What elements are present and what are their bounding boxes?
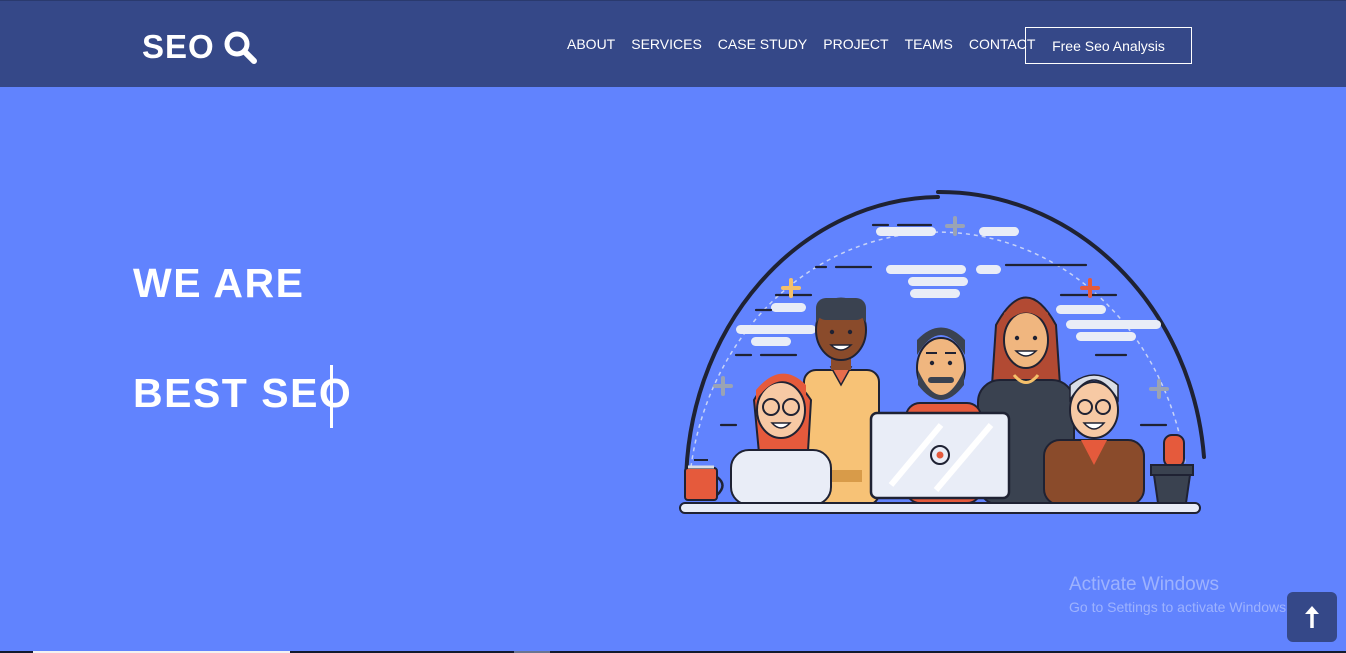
scroll-to-top-button[interactable] (1287, 592, 1337, 642)
brand-logo[interactable]: SEO (142, 27, 257, 67)
typing-caret (330, 365, 333, 428)
navbar: SEO ABOUT SERVICES CASE STUDY PROJECT TE… (0, 0, 1346, 87)
hero-heading-line2: BEST SEO (133, 370, 353, 416)
nav-item-about[interactable]: ABOUT (567, 34, 615, 54)
nav-menu: ABOUT SERVICES CASE STUDY PROJECT TEAMS … (567, 34, 1035, 54)
nav-item-teams[interactable]: TEAMS (905, 34, 953, 54)
watermark-title: Activate Windows (1069, 574, 1219, 595)
search-icon (224, 31, 257, 64)
nav-item-services[interactable]: SERVICES (631, 34, 702, 54)
team-at-laptop-illustration (679, 189, 1206, 514)
nav-item-case-study[interactable]: CASE STUDY (718, 34, 807, 54)
hero-heading-line1: WE ARE (133, 260, 305, 306)
watermark-subtitle: Go to Settings to activate Windows. (1069, 599, 1290, 615)
nav-item-project[interactable]: PROJECT (823, 34, 888, 54)
free-seo-analysis-button[interactable]: Free Seo Analysis (1025, 27, 1192, 64)
arrow-up-icon (1305, 606, 1319, 628)
brand-name: SEO (142, 28, 215, 65)
windows-activation-watermark: Activate Windows Go to Settings to activ… (1069, 574, 1290, 618)
